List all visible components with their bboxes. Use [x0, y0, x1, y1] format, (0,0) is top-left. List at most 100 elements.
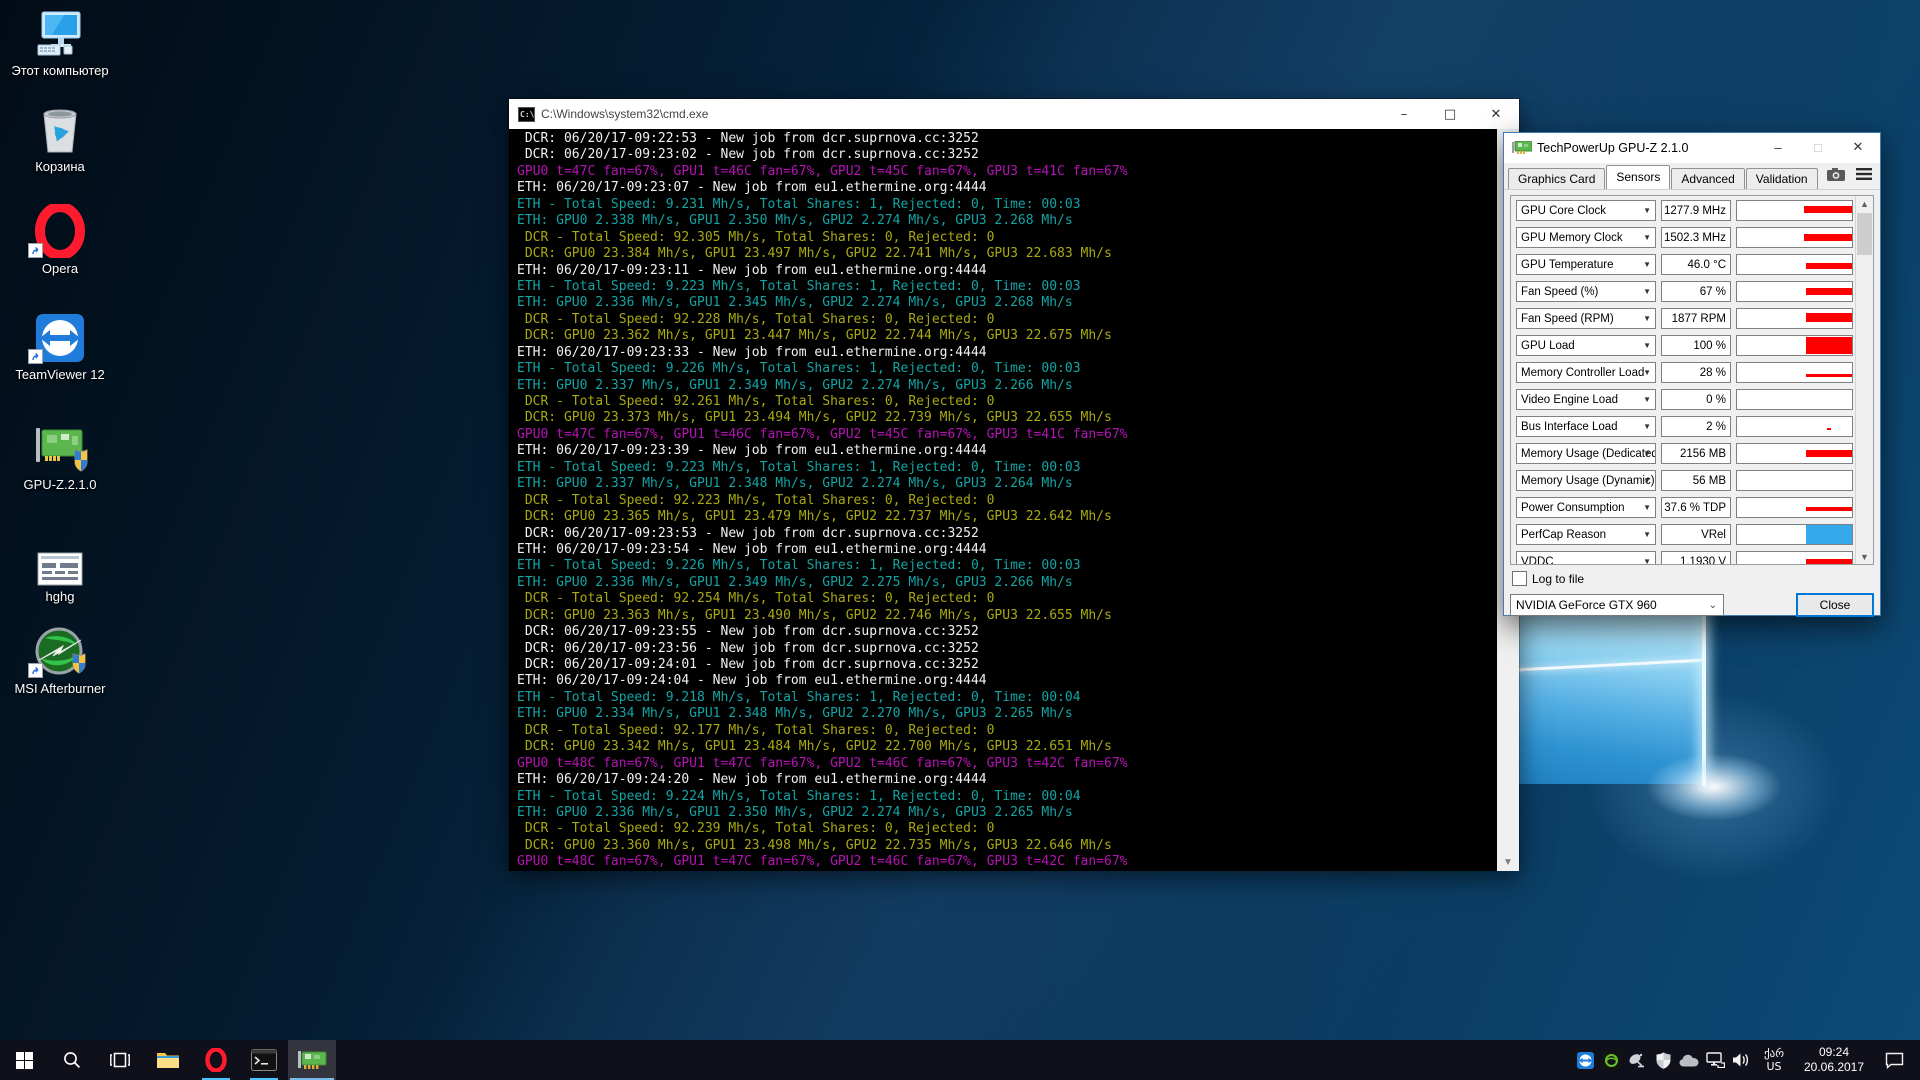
taskbar-cmd-button[interactable] [240, 1040, 288, 1080]
gpuz-minimize-button[interactable]: – [1758, 133, 1798, 161]
console-line: ETH - Total Speed: 9.226 Mh/s, Total Sha… [517, 558, 1495, 574]
cmd-scroll-down-icon[interactable]: ▼ [1497, 854, 1519, 871]
language-indicator[interactable]: ქარ US [1754, 1047, 1794, 1073]
cmd-minimize-button[interactable]: – [1381, 99, 1427, 129]
tab-sensors[interactable]: Sensors [1606, 165, 1670, 189]
log-to-file-checkbox[interactable] [1512, 571, 1527, 586]
taskbar-opera-button[interactable] [192, 1040, 240, 1080]
console-line: GPU0 t=47C fan=67%, GPU1 t=46C fan=67%, … [517, 427, 1495, 443]
sensor-name-dropdown[interactable]: GPU Temperature▼ [1516, 254, 1656, 275]
sensor-name-dropdown[interactable]: Power Consumption▼ [1516, 497, 1656, 518]
tray-satellite-icon[interactable] [1624, 1040, 1650, 1080]
desktop-icon-hghg[interactable]: hghg [2, 534, 118, 604]
sensor-name-dropdown[interactable]: VDDC▼ [1516, 551, 1656, 565]
sensor-scroll-up-icon[interactable]: ▲ [1856, 196, 1873, 211]
console-line: ETH: 06/20/17-09:23:07 - New job from eu… [517, 180, 1495, 196]
console-line: ETH: 06/20/17-09:24:20 - New job from eu… [517, 772, 1495, 788]
sensor-row: GPU Temperature▼46.0 °C [1516, 254, 1853, 275]
sensor-graph [1736, 551, 1853, 565]
sensor-graph-bar [1806, 313, 1852, 321]
gpu-select-dropdown[interactable]: NVIDIA GeForce GTX 960 ⌄ [1510, 594, 1724, 616]
desktop-icon-opera[interactable]: Opera [2, 206, 118, 276]
cmd-title-bar[interactable]: C:\ C:\Windows\system32\cmd.exe – □ ✕ [509, 99, 1519, 129]
gpuz-title-bar[interactable]: TechPowerUp GPU-Z 2.1.0 – □ ✕ [1504, 133, 1880, 163]
console-line: GPU0 t=47C fan=67%, GPU1 t=46C fan=67%, … [517, 164, 1495, 180]
task-view-button[interactable] [96, 1040, 144, 1080]
cmd-close-button[interactable]: ✕ [1473, 99, 1519, 129]
gpuz-maximize-button[interactable]: □ [1798, 133, 1838, 161]
sensor-graph [1736, 254, 1853, 275]
cmd-content: DCR: 06/20/17-09:22:53 - New job from dc… [509, 129, 1519, 871]
sensor-name-dropdown[interactable]: Fan Speed (%)▼ [1516, 281, 1656, 302]
sensor-name: VDDC [1521, 556, 1554, 566]
sensor-scroll-down-icon[interactable]: ▼ [1856, 549, 1873, 564]
console-line: ETH: GPU0 2.336 Mh/s, GPU1 2.349 Mh/s, G… [517, 575, 1495, 591]
tray-network-icon[interactable] [1702, 1040, 1728, 1080]
action-center-icon [1885, 1052, 1904, 1069]
console-line: DCR - Total Speed: 92.239 Mh/s, Total Sh… [517, 821, 1495, 837]
sensor-graph-bar [1806, 374, 1852, 377]
sensor-graph [1736, 389, 1853, 410]
tray-teamviewer-icon[interactable] [1572, 1040, 1598, 1080]
sensor-name: GPU Memory Clock [1521, 232, 1623, 244]
desktop-icon-msi-afterburner[interactable]: MSI Afterburner [2, 626, 118, 696]
desktop-icon-gpuz[interactable]: GPU-Z.2.1.0 [2, 422, 118, 492]
sensor-graph [1736, 524, 1853, 545]
tab-advanced[interactable]: Advanced [1671, 168, 1744, 189]
opera-taskbar-icon [205, 1048, 227, 1072]
tab-validation[interactable]: Validation [1746, 168, 1818, 189]
tray-defender-icon[interactable] [1650, 1040, 1676, 1080]
sensor-value: 1502.3 MHz [1661, 227, 1731, 248]
gpuz-window: TechPowerUp GPU-Z 2.1.0 – □ ✕ Graphics C… [1503, 132, 1881, 616]
sensor-graph-bar [1806, 525, 1852, 544]
desktop-icon-label: Этот компьютер [2, 63, 118, 78]
chevron-down-icon: ▼ [1643, 260, 1651, 269]
chevron-down-icon: ▼ [1643, 314, 1651, 323]
sensor-name-dropdown[interactable]: Fan Speed (RPM)▼ [1516, 308, 1656, 329]
sensor-row: PerfCap Reason▼VRel [1516, 524, 1853, 545]
gpuz-close-icon-button[interactable]: ✕ [1838, 133, 1878, 161]
sensor-name-dropdown[interactable]: PerfCap Reason▼ [1516, 524, 1656, 545]
close-button[interactable]: Close [1796, 593, 1874, 617]
start-button[interactable] [0, 1040, 48, 1080]
sensor-name-dropdown[interactable]: Bus Interface Load▼ [1516, 416, 1656, 437]
tray-nvidia-icon[interactable] [1598, 1040, 1624, 1080]
screenshot-camera-icon[interactable] [1826, 167, 1846, 181]
menu-hamburger-icon[interactable] [1856, 168, 1872, 180]
sensor-name-dropdown[interactable]: GPU Load▼ [1516, 335, 1656, 356]
desktop-icon-recycle-bin[interactable]: Корзина [2, 104, 118, 174]
opera-icon [2, 206, 118, 258]
console-line: DCR - Total Speed: 92.305 Mh/s, Total Sh… [517, 230, 1495, 246]
sensor-value: 67 % [1661, 281, 1731, 302]
sensor-name-dropdown[interactable]: Memory Usage (Dynamic)▼ [1516, 470, 1656, 491]
desktop-icon-teamviewer[interactable]: TeamViewer 12 [2, 312, 118, 382]
console-line: ETH: GPU0 2.334 Mh/s, GPU1 2.348 Mh/s, G… [517, 706, 1495, 722]
file-explorer-button[interactable] [144, 1040, 192, 1080]
cmd-maximize-button[interactable]: □ [1427, 99, 1473, 129]
sensor-scroll-thumb[interactable] [1857, 213, 1872, 255]
tab-graphics-card[interactable]: Graphics Card [1508, 168, 1605, 189]
sensor-graph-bar [1804, 206, 1852, 213]
desktop-icon-this-pc[interactable]: Этот компьютер [2, 8, 118, 78]
console-line: DCR: GPU0 23.363 Mh/s, GPU1 23.490 Mh/s,… [517, 608, 1495, 624]
chevron-down-icon: ▼ [1643, 233, 1651, 242]
taskbar-gpuz-button[interactable] [288, 1040, 336, 1080]
chevron-down-icon: ▼ [1643, 422, 1651, 431]
sensor-name-dropdown[interactable]: Memory Controller Load▼ [1516, 362, 1656, 383]
sensor-value: 2 % [1661, 416, 1731, 437]
sensor-name-dropdown[interactable]: GPU Core Clock▼ [1516, 200, 1656, 221]
sensor-name-dropdown[interactable]: Video Engine Load▼ [1516, 389, 1656, 410]
tray-volume-icon[interactable] [1728, 1040, 1754, 1080]
cmd-window-title: C:\Windows\system32\cmd.exe [541, 107, 708, 121]
action-center-button[interactable] [1874, 1040, 1914, 1080]
sensor-graph [1736, 335, 1853, 356]
gpuz-tab-bar: Graphics Card Sensors Advanced Validatio… [1504, 163, 1880, 190]
sensor-name-dropdown[interactable]: GPU Memory Clock ▼ [1516, 227, 1656, 248]
sensor-scrollbar[interactable]: ▲ ▼ [1855, 196, 1873, 564]
console-line: DCR: 06/20/17-09:24:01 - New job from dc… [517, 657, 1495, 673]
taskbar-clock[interactable]: 09:24 20.06.2017 [1794, 1045, 1874, 1075]
sensor-graph [1736, 308, 1853, 329]
taskbar-search-button[interactable] [48, 1040, 96, 1080]
sensor-name-dropdown[interactable]: Memory Usage (Dedicated)▼ [1516, 443, 1656, 464]
tray-onedrive-icon[interactable] [1676, 1040, 1702, 1080]
